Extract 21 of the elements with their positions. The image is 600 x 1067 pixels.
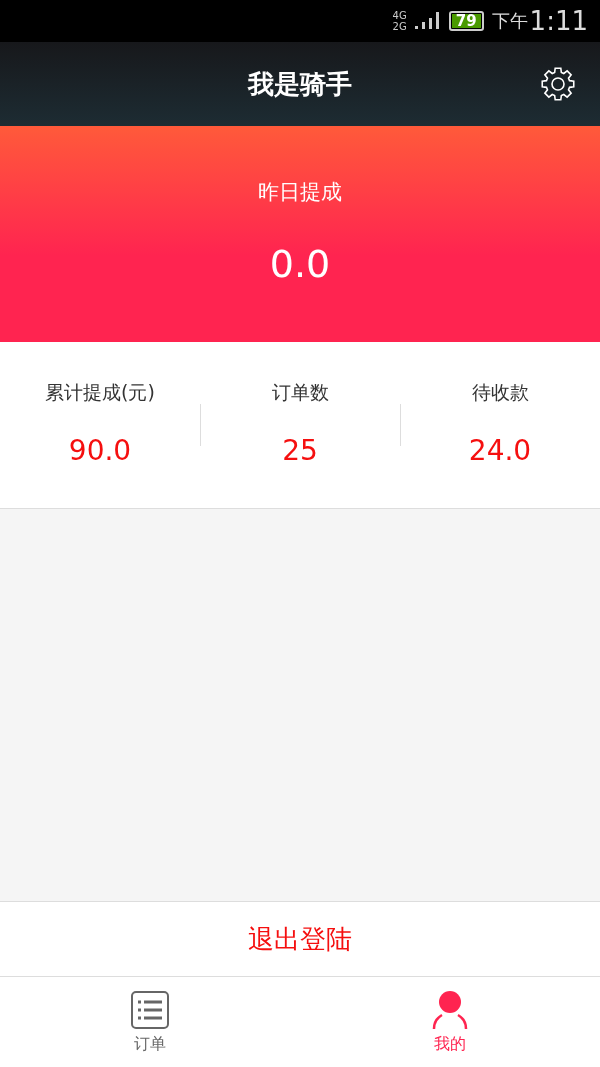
settings-icon[interactable] (540, 66, 576, 102)
stat-label: 订单数 (271, 380, 329, 405)
list-icon (130, 989, 170, 1030)
battery-indicator: 79 (448, 11, 484, 31)
network-label: 2G (392, 21, 407, 32)
tab[interactable]: 订单 (0, 977, 300, 1067)
signal-icon (414, 10, 441, 32)
stat-label: 待收款 (471, 380, 529, 405)
logout-button[interactable]: 退出登陆 (0, 901, 600, 977)
banner-value: 0.0 (269, 242, 331, 286)
person-icon (430, 989, 470, 1030)
stat-value: 90.0 (68, 434, 132, 467)
stat-label: 累计提成(元) (45, 380, 155, 405)
page-title: 我是骑手 (248, 67, 352, 101)
banner-label: 昨日提成 (258, 179, 342, 206)
stat-value: 24.0 (468, 434, 532, 467)
clock-time: 1:11 (529, 6, 588, 36)
stat-value: 25 (282, 434, 318, 467)
tab[interactable]: 我的 (300, 977, 600, 1067)
time-period: 下午 (491, 9, 528, 33)
network-label: 4G (392, 10, 407, 21)
